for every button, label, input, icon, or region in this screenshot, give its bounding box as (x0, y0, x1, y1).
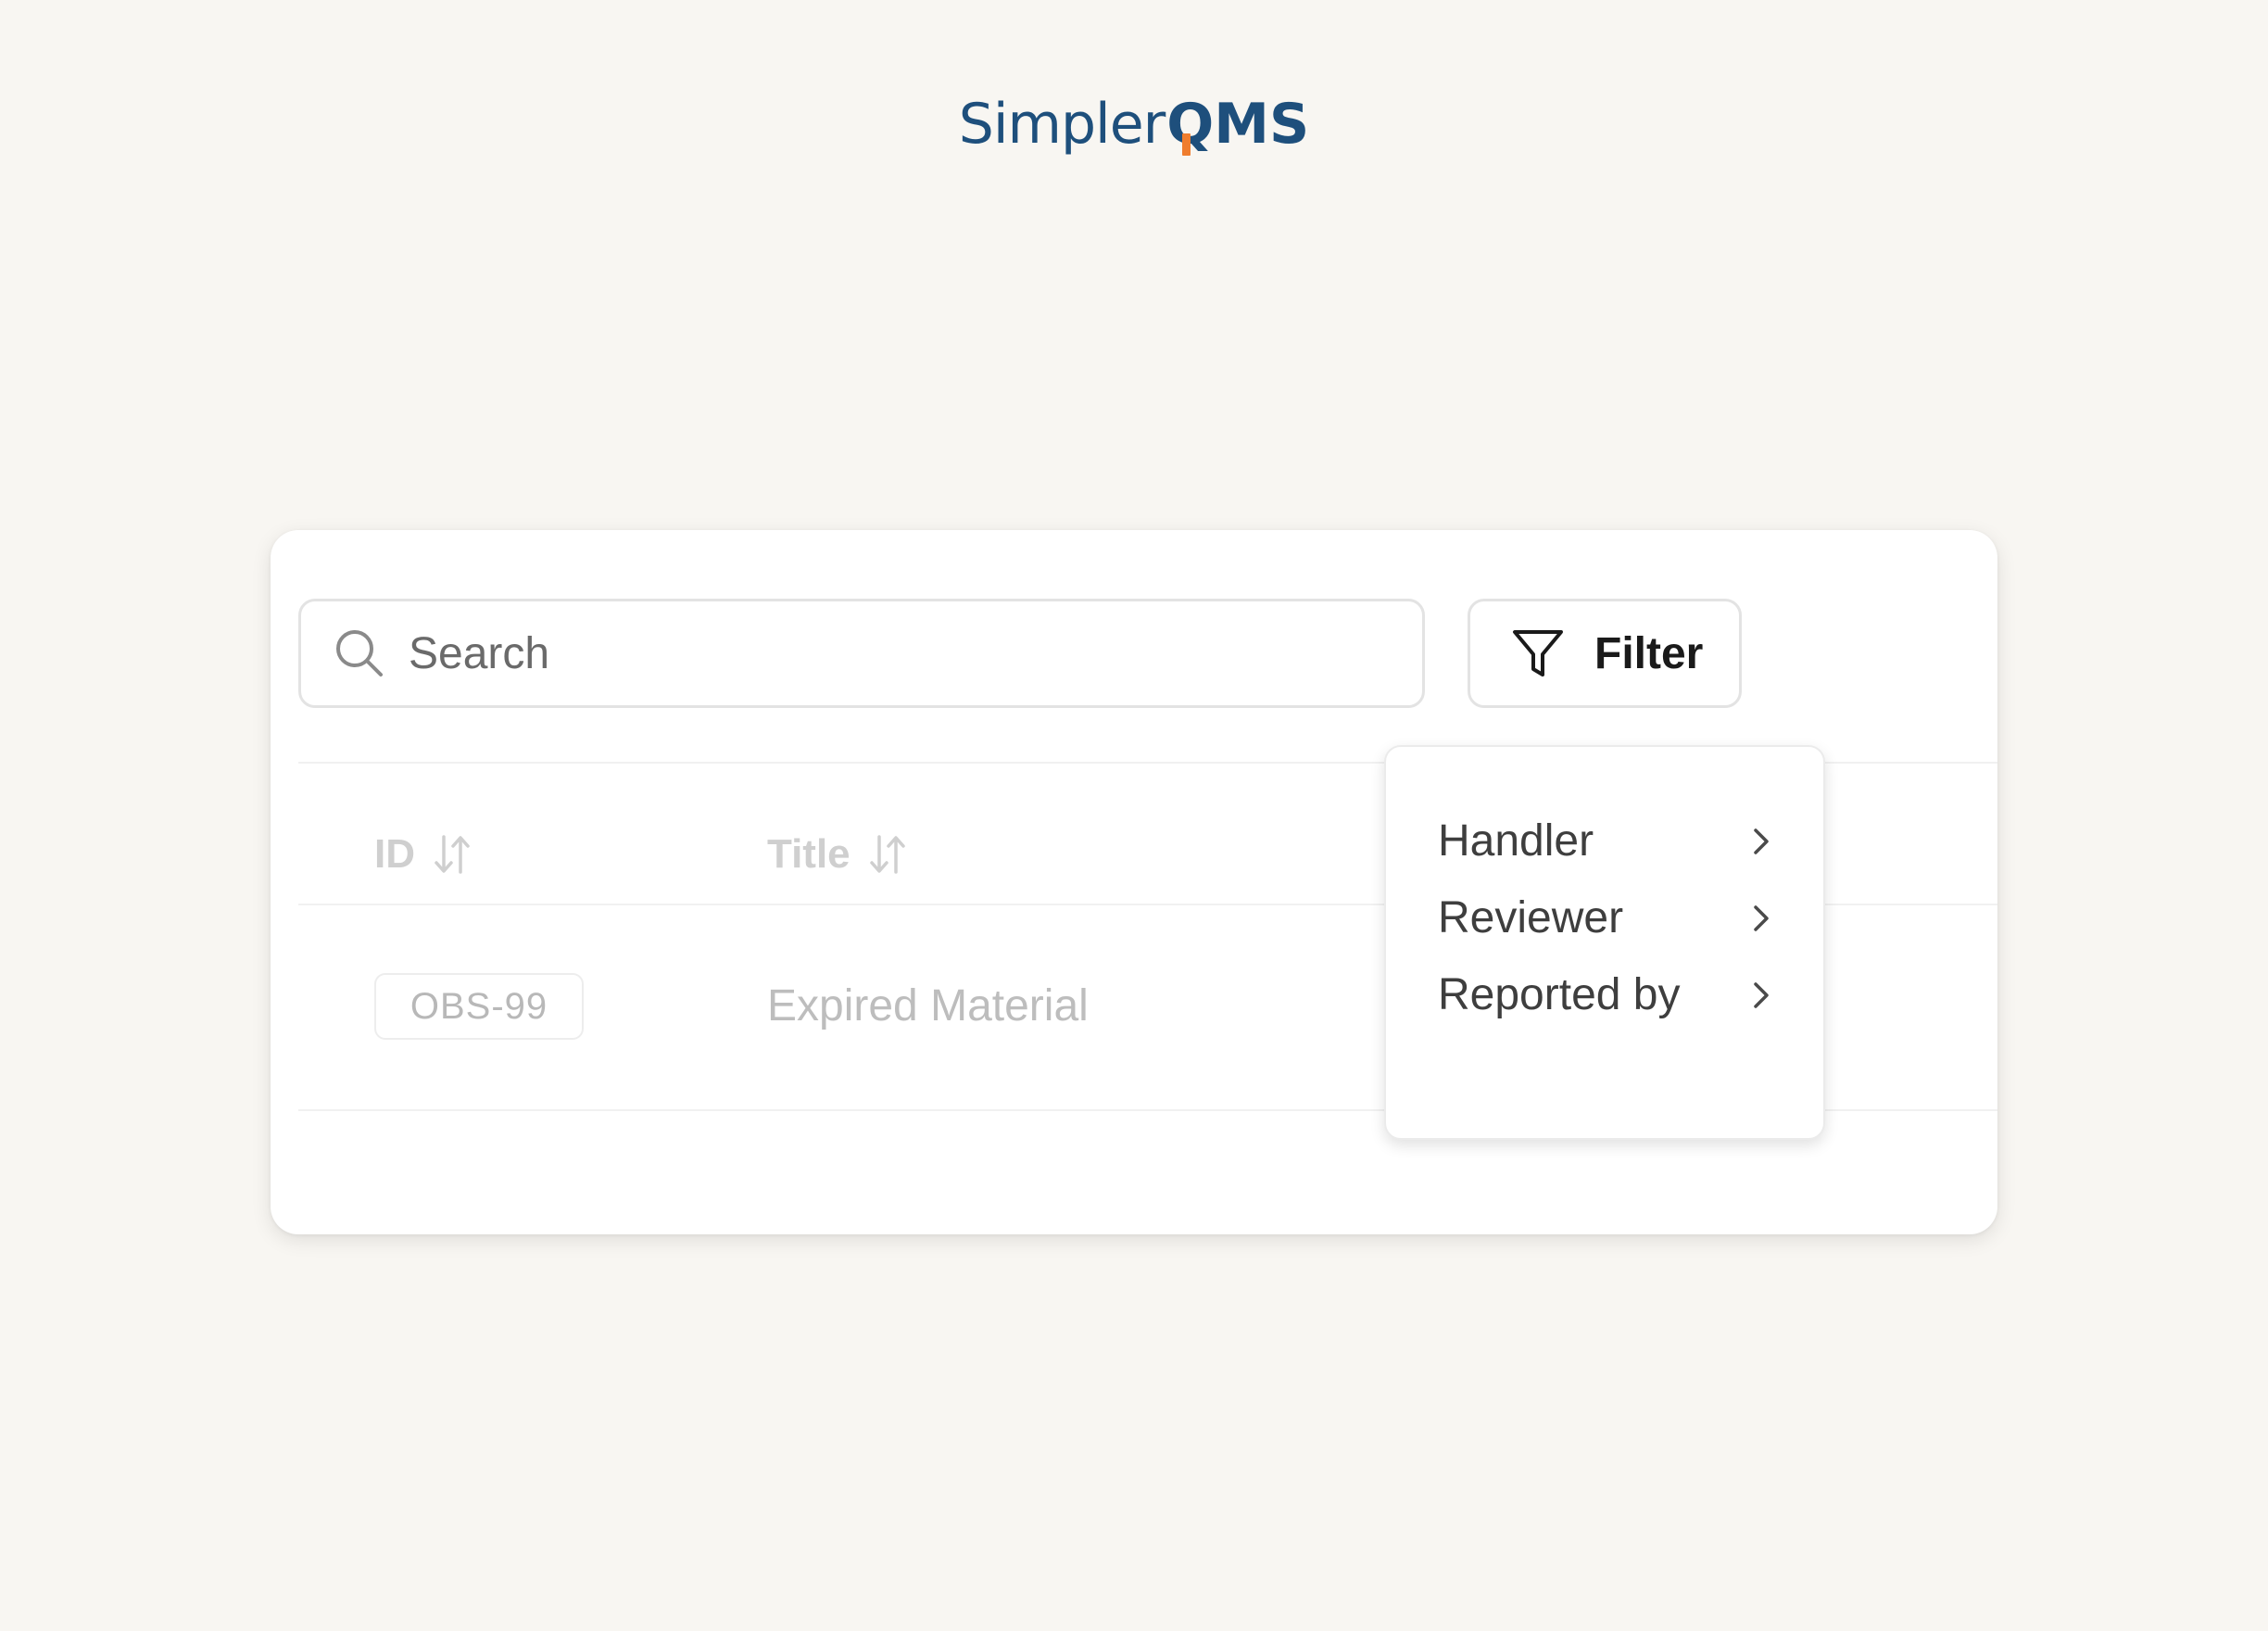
chevron-right-icon (1747, 977, 1775, 1014)
row-title[interactable]: Expired Material (767, 980, 1089, 1031)
funnel-icon (1511, 626, 1565, 680)
search-box[interactable] (298, 599, 1425, 708)
chevron-right-icon (1747, 823, 1775, 860)
filter-dropdown-menu: Handler Reviewer Reported by (1384, 745, 1825, 1140)
filter-button-label: Filter (1594, 628, 1704, 678)
logo-text-qms: QMS (1166, 96, 1309, 156)
chevron-right-icon (1747, 900, 1775, 937)
column-header-title[interactable]: Title (767, 808, 908, 901)
menu-item-reported-by[interactable]: Reported by (1386, 938, 1823, 1052)
brand-logo: SimplerQMS (0, 96, 2268, 156)
sort-icon (432, 831, 472, 878)
menu-item-label: Handler (1438, 816, 1594, 866)
sort-icon (867, 831, 908, 878)
menu-item-label: Reviewer (1438, 893, 1624, 942)
menu-item-label: Reported by (1438, 970, 1681, 1019)
column-header-id[interactable]: ID (374, 808, 472, 901)
column-header-title-label: Title (767, 831, 850, 877)
filter-button[interactable]: Filter (1468, 599, 1742, 708)
search-icon (333, 626, 386, 680)
column-header-id-label: ID (374, 831, 415, 877)
logo-accent-mark (1182, 133, 1191, 156)
row-id-badge[interactable]: OBS-99 (374, 973, 584, 1040)
search-input[interactable] (409, 627, 1422, 679)
logo-text-simpler: Simpler (958, 92, 1166, 157)
